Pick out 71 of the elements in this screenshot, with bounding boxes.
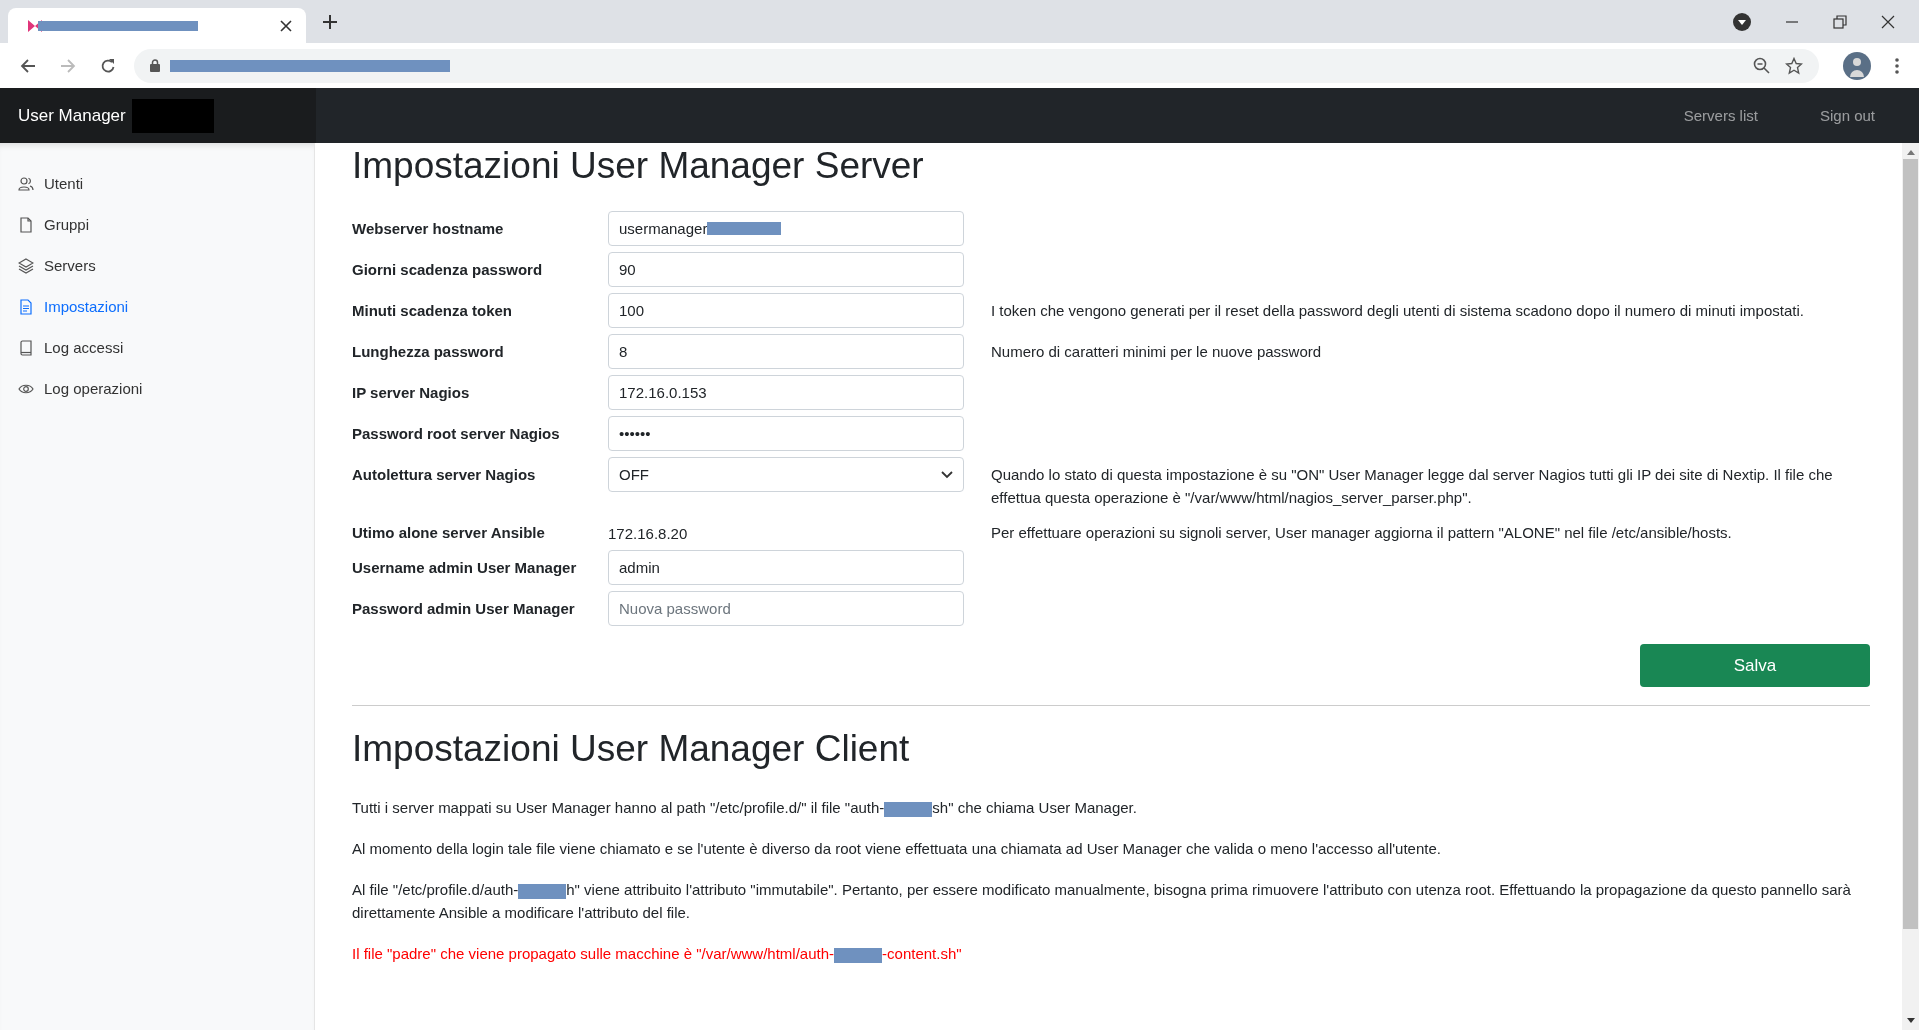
section-title: Impostazioni User Manager Client: [352, 728, 911, 770]
field-label: Giorni scadenza password: [352, 260, 544, 280]
static-value: 172.16.8.20: [608, 525, 688, 542]
lock-icon: [150, 59, 160, 72]
field-value: ••••••: [619, 425, 651, 442]
help-text: Quando lo stato di questa impostazione è su "ON" User Manager legge dal server Nagios tutti gli IP dei site di Nextip. Il file che effettua questa operazione è "/var/www/html/nagios_server_parser.php".: [991, 466, 1833, 506]
field-label: Password admin User Manager: [352, 599, 576, 619]
sidebar-item[interactable]: Log operazioni: [0, 368, 314, 409]
scrollbar[interactable]: [1902, 143, 1919, 1030]
field-label: Utimo alone server Ansible: [352, 523, 546, 543]
field-value: 90: [619, 261, 636, 278]
book-icon: [18, 339, 34, 356]
star-icon[interactable]: [1785, 56, 1803, 75]
document-icon: [18, 298, 34, 315]
reload-icon[interactable]: [100, 57, 116, 74]
file-icon: [18, 216, 34, 233]
scroll-up-icon[interactable]: [1906, 149, 1915, 155]
sidebar-item[interactable]: Servers: [0, 245, 314, 286]
select-field[interactable]: OFF: [608, 457, 964, 492]
scroll-down-icon[interactable]: [1906, 1018, 1915, 1024]
input-field[interactable]: usermanager: [608, 211, 964, 246]
avatar-icon[interactable]: [1843, 51, 1871, 80]
new-tab-icon[interactable]: [322, 13, 338, 30]
users-icon: [18, 175, 34, 192]
input-field[interactable]: Nuova password: [608, 591, 964, 626]
field-label: Password root server Nagios: [352, 424, 561, 444]
close-icon[interactable]: [1881, 14, 1895, 29]
zoom-out-icon[interactable]: [1753, 56, 1771, 75]
sidebar-item[interactable]: Utenti: [0, 163, 314, 204]
field-label: Username admin User Manager: [352, 558, 578, 578]
nav-link[interactable]: Servers list: [1683, 107, 1758, 124]
field-label: Autolettura server Nagios: [352, 465, 537, 485]
field-value: usermanager: [619, 220, 708, 237]
input-field[interactable]: 8: [608, 334, 964, 369]
help-text: Numero di caratteri minimi per le nuove password: [991, 343, 1322, 360]
address-bar[interactable]: [134, 48, 1819, 83]
paragraph: Al file "/etc/profile.d/auth- h" viene attribuito l'attributo "immutabile". Pertanto, per essere modificato manualmente, bisogna prima rimuovere l'attributo con utenza root. Effettuando la propagazione da questo pannello sarà direttamente Ansible a modificare l'attributo del file.: [352, 880, 1852, 923]
close-icon[interactable]: [280, 19, 292, 32]
input-field[interactable]: ••••••: [608, 416, 964, 451]
warning-text: Il file "padre" che viene propagato sulle macchine è "/var/www/html/auth- -content.sh": [352, 944, 963, 965]
field-value: 8: [619, 343, 628, 360]
back-icon[interactable]: [20, 57, 36, 74]
sidebar-item[interactable]: Log accessi: [0, 327, 314, 368]
paragraph: Tutti i server mappati su User Manager hanno al path "/etc/profile.d/" il file "auth- sh" che chiama User Manager.: [352, 798, 1138, 819]
selected-option: OFF: [619, 466, 649, 483]
sidebar-item[interactable]: Gruppi: [0, 204, 314, 245]
restore-icon[interactable]: [1833, 14, 1847, 29]
dropdown-icon[interactable]: [1733, 12, 1751, 31]
chevron-down-icon: [941, 470, 953, 479]
placeholder-text: Nuova password: [619, 600, 731, 617]
input-field[interactable]: admin: [608, 550, 964, 585]
field-label: Minuti scadenza token: [352, 301, 514, 321]
input-field[interactable]: 172.16.0.153: [608, 375, 964, 410]
menu-icon[interactable]: [1895, 57, 1899, 74]
sidebar-item[interactable]: Impostazioni: [0, 286, 314, 327]
input-field[interactable]: 90: [608, 252, 964, 287]
layers-icon: [18, 257, 34, 274]
field-label: IP server Nagios: [352, 383, 471, 403]
nav-link[interactable]: Sign out: [1819, 107, 1875, 124]
paragraph: Al momento della login tale file viene chiamato e se l'utente è diverso da root viene effettuata una chiamata ad User Manager che valida o meno l'accesso all'utente.: [352, 839, 1442, 859]
brand-link[interactable]: User Manager: [18, 105, 126, 126]
help-text: I token che vengono generati per il reset della password degli utenti di sistema scadono dopo il numero di minuti impostati.: [991, 302, 1804, 319]
input-field[interactable]: 100: [608, 293, 964, 328]
section-title: Impostazioni User Manager Server: [352, 145, 925, 187]
field-value: 100: [619, 302, 645, 319]
save-button[interactable]: Salva: [1640, 644, 1870, 687]
help-text: Per effettuare operazioni su signoli server, User manager aggiorna il pattern "ALONE" nel file /etc/ansible/hosts.: [991, 524, 1732, 541]
field-label: Lunghezza password: [352, 342, 505, 362]
field-value: admin: [619, 559, 660, 576]
field-value: 172.16.0.153: [619, 384, 707, 401]
field-label: Webserver hostname: [352, 219, 505, 239]
